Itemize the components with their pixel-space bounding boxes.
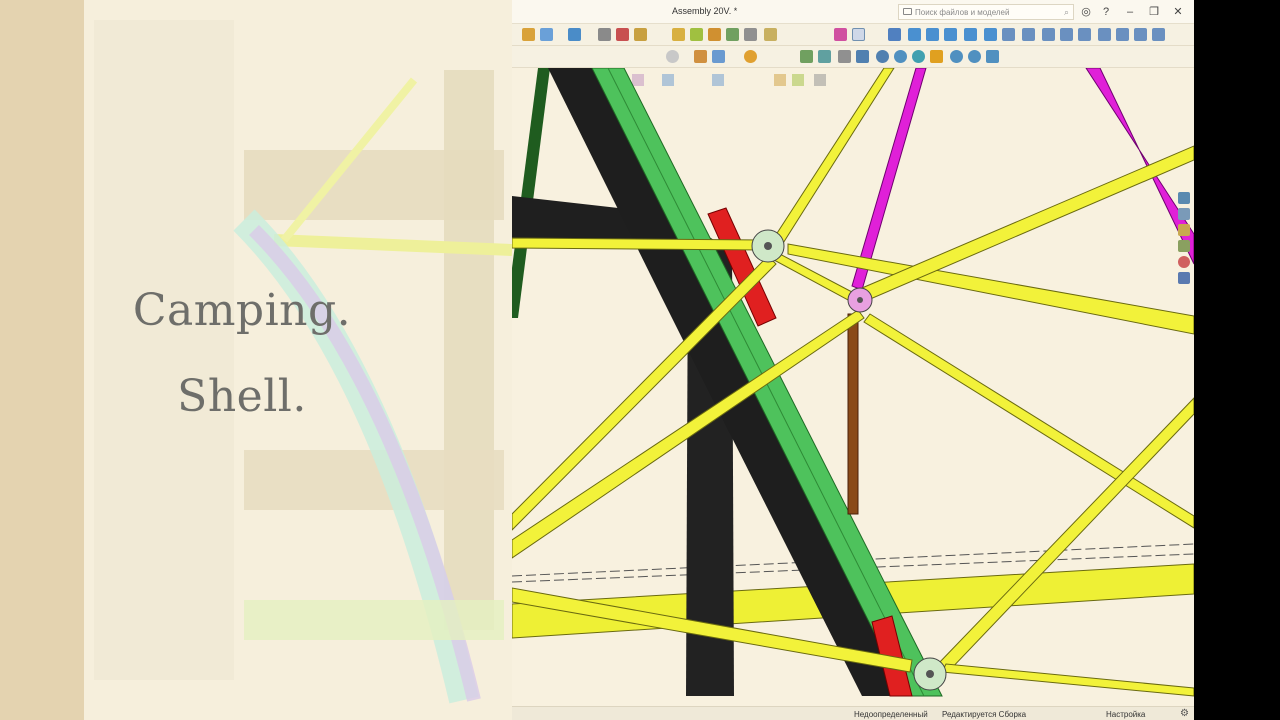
note-icon[interactable]	[1152, 28, 1165, 41]
mirror-icon[interactable]	[708, 28, 721, 41]
title-bar: Assembly 20V. * Поиск файлов и моделей ⌕…	[512, 0, 1194, 24]
view-front-icon[interactable]	[800, 50, 813, 63]
move-icon[interactable]	[944, 28, 957, 41]
overlay-panel: Camping. Shell.	[0, 0, 512, 720]
search-placeholder: Поиск файлов и моделей	[915, 8, 1010, 17]
restore-button[interactable]: ❐	[1146, 4, 1162, 20]
view-top-icon[interactable]	[818, 50, 831, 63]
pan-view-icon[interactable]	[838, 50, 851, 63]
library-icon[interactable]	[764, 28, 777, 41]
caption-title: Camping.	[132, 285, 352, 336]
axis-icon[interactable]	[1002, 28, 1015, 41]
pattern-icon[interactable]	[726, 28, 739, 41]
curve-icon[interactable]	[1078, 28, 1091, 41]
extrude-icon[interactable]	[598, 28, 611, 41]
view-toolbar	[512, 46, 1194, 68]
home-view-icon[interactable]	[1178, 192, 1190, 204]
properties-icon[interactable]	[1178, 272, 1190, 284]
brown-post[interactable]	[847, 313, 859, 515]
close-button[interactable]: ✕	[1170, 4, 1186, 20]
constraint-status: Недоопределенный	[854, 710, 928, 719]
part-icon[interactable]	[522, 28, 535, 41]
letterbox-right	[1194, 0, 1280, 720]
search-icon: ⌕	[1063, 7, 1069, 17]
camera-icon[interactable]	[968, 50, 981, 63]
align-icon[interactable]	[984, 28, 997, 41]
mate-icon[interactable]	[888, 28, 901, 41]
document-title: Assembly 20V. *	[672, 6, 738, 16]
assembly-icon[interactable]	[540, 28, 553, 41]
fillet-icon[interactable]	[634, 28, 647, 41]
point-icon[interactable]	[1042, 28, 1055, 41]
status-bar: Недоопределенный Редактируется Сборка На…	[512, 706, 1194, 720]
question-icon[interactable]: ?	[1098, 4, 1114, 20]
shade-icon[interactable]	[876, 50, 889, 63]
cad-application-window: Assembly 20V. * Поиск файлов и моделей ⌕…	[512, 0, 1194, 720]
main-toolbar	[512, 24, 1194, 46]
minimize-button[interactable]: –	[1122, 4, 1138, 20]
3d-viewport[interactable]	[512, 68, 1194, 706]
materials-icon[interactable]	[930, 50, 943, 63]
folder-icon[interactable]	[1178, 224, 1190, 236]
folder-icon	[903, 8, 912, 15]
model-tree-icon[interactable]	[1178, 208, 1190, 220]
color-icon[interactable]	[744, 50, 757, 63]
csys-icon[interactable]	[1060, 28, 1073, 41]
sketch-icon[interactable]	[568, 28, 581, 41]
caption-subtitle: Shell.	[177, 371, 307, 422]
search-input[interactable]: Поиск файлов и моделей ⌕	[898, 4, 1074, 20]
revolve-icon[interactable]	[616, 28, 629, 41]
video-caption: Camping. Shell.	[84, 282, 400, 426]
pan-icon[interactable]	[694, 50, 707, 63]
frame-model[interactable]	[512, 68, 1194, 706]
snap-icon[interactable]	[1098, 28, 1111, 41]
render-icon[interactable]	[986, 50, 999, 63]
hidden-line-icon[interactable]	[912, 50, 925, 63]
component-icon[interactable]	[908, 28, 921, 41]
plane-icon[interactable]	[1022, 28, 1035, 41]
insert-icon[interactable]	[926, 28, 939, 41]
help-icon[interactable]: ◎	[1078, 4, 1094, 20]
rotate-component-icon[interactable]	[964, 28, 977, 41]
gear-icon[interactable]: ⚙	[1180, 708, 1189, 719]
overlay-edge	[0, 0, 84, 720]
edit-mode-status: Редактируется Сборка	[942, 710, 1027, 719]
zoom-icon[interactable]	[712, 50, 725, 63]
grid-icon[interactable]	[1116, 28, 1129, 41]
measure-icon[interactable]	[744, 28, 757, 41]
section-icon[interactable]	[1134, 28, 1147, 41]
library-panel-icon[interactable]	[1178, 240, 1190, 252]
right-side-panel	[1178, 192, 1192, 288]
lights-icon[interactable]	[950, 50, 963, 63]
wireframe-icon[interactable]	[894, 50, 907, 63]
shell-icon[interactable]	[690, 28, 703, 41]
settings-link[interactable]: Настройка	[1106, 710, 1145, 719]
chamfer-icon[interactable]	[672, 28, 685, 41]
fit-icon[interactable]	[856, 50, 869, 63]
rotate-icon[interactable]	[666, 50, 679, 63]
appearance-icon[interactable]	[1178, 256, 1190, 268]
filter-icon[interactable]	[834, 28, 847, 41]
select-icon[interactable]	[852, 28, 865, 41]
